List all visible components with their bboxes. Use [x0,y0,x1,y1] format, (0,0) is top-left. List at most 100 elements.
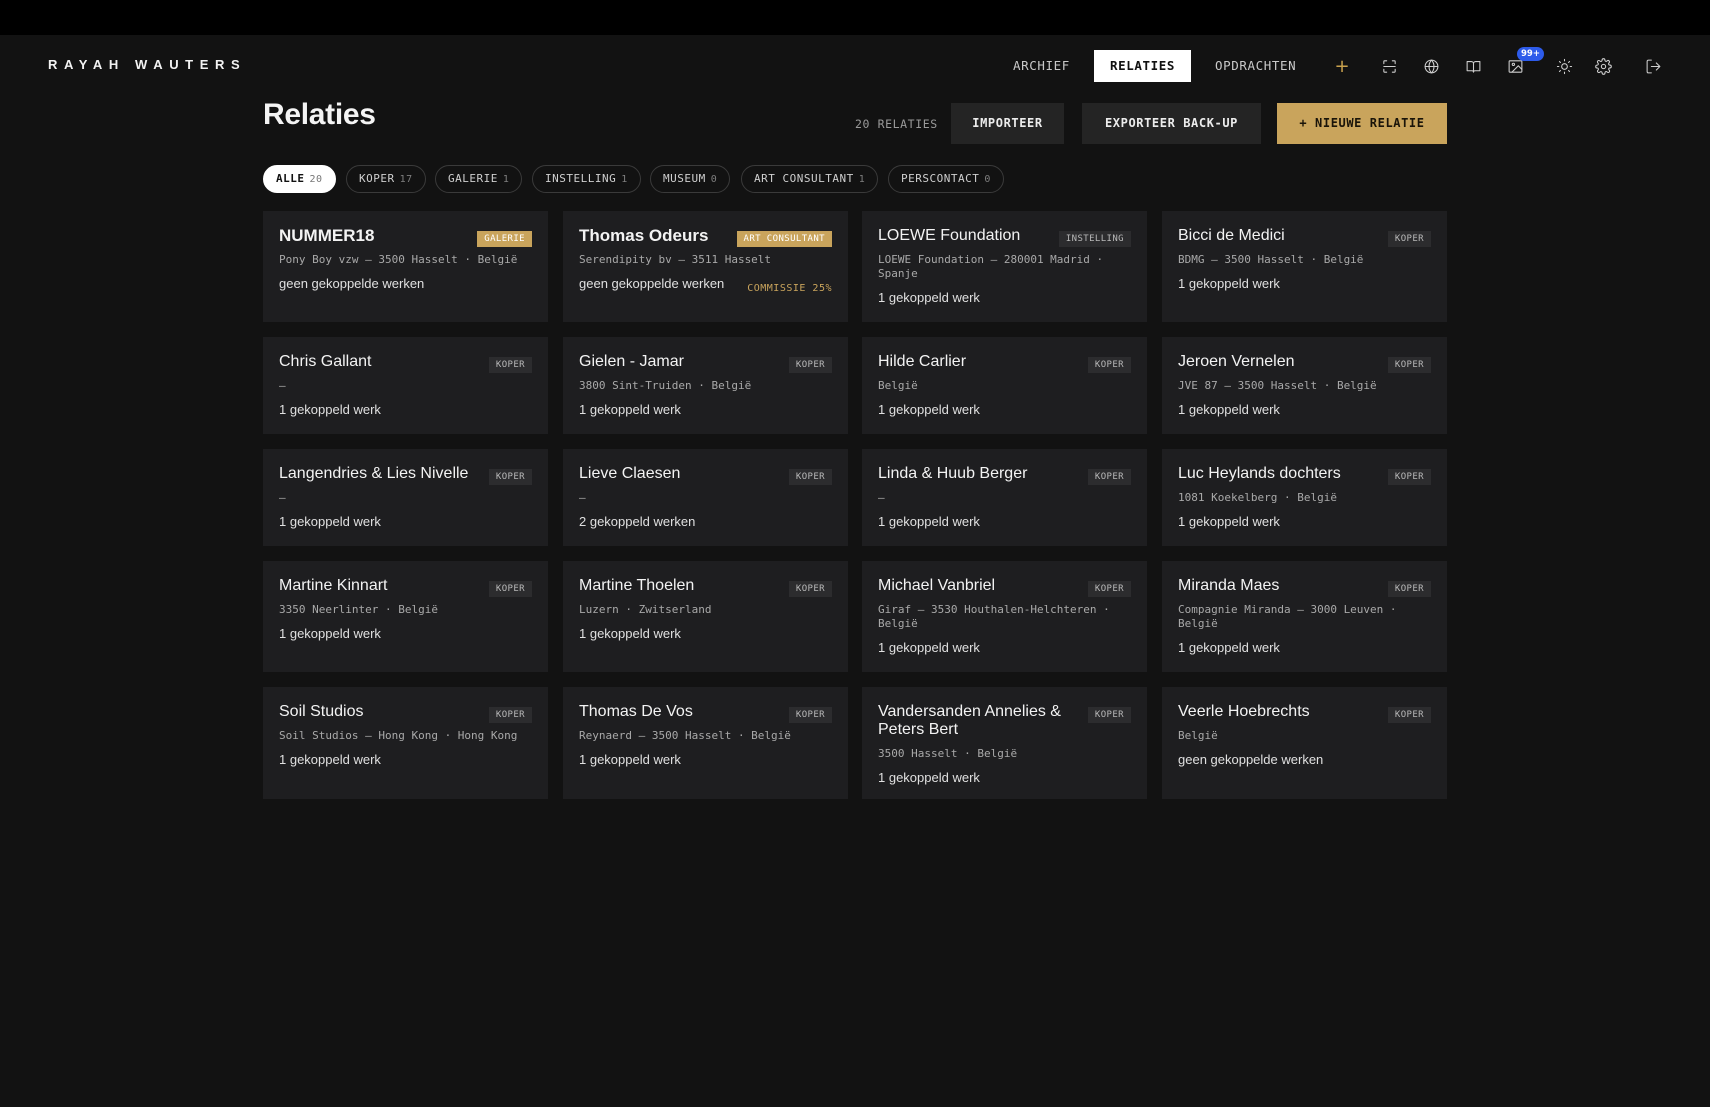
linked-works-count: 1 gekoppeld werk [878,514,980,529]
top-black-bar [0,0,1710,35]
relation-address: 3350 Neerlinter · België [279,603,438,616]
relation-card[interactable]: Jeroen Vernelen KOPER JVE 87 — 3500 Hassel… [1162,337,1447,434]
relation-card[interactable]: Soil Studios KOPER Soil Studios — Hong Kon… [263,687,548,799]
brand-logo[interactable]: RAYAH WAUTERS [48,57,246,72]
relation-address: JVE 87 — 3500 Hasselt · België [1178,379,1377,392]
relation-address: 3500 Hasselt · België [878,747,1018,760]
relation-card[interactable]: Linda & Huub Berger KOPER —1 gekoppeld wer… [862,449,1147,546]
relation-type-tag: KOPER [1387,231,1431,247]
relation-card[interactable]: Hilde Carlier KOPER België 1 gekoppeld werk [862,337,1147,434]
page-title: Relaties [263,98,376,131]
relation-type-tag: KOPER [1087,469,1131,485]
relation-card[interactable]: NUMMER18 GALERIE Pony Boy vzw — 3500 Hasse… [263,211,548,322]
relation-address: Serendipity bv — 3511 Hasselt [579,253,772,266]
linked-works-count: 1 gekoppeld werk [1178,640,1280,655]
relation-address: Pony Boy vzw — 3500 Hasselt · België [279,253,518,266]
relation-address: LOEWE Foundation — 280001 Madrid · Spanj… [878,253,1104,280]
relation-card[interactable]: Thomas De Vos KOPER Reynaerd — 3500 Hassel… [563,687,848,799]
relation-address: Reynaerd — 3500 Hasselt · België [579,729,791,742]
book-icon[interactable] [1461,54,1485,78]
relation-card[interactable]: Martine Kinnart KOPER 3350 Neerlinter · Be… [263,561,548,672]
nav-archief[interactable]: ARCHIEF [996,50,1087,82]
filter-chip-instelling[interactable]: INSTELLING 1 [532,165,641,193]
linked-works-count: 2 gekoppeld werken [579,514,696,529]
relation-address: 3800 Sint-Truiden · België [579,379,752,392]
relation-address: Luzern · Zwitserland [579,603,712,616]
linked-works-count: 1 gekoppeld werk [878,770,980,785]
relation-address: — [279,491,286,504]
relation-card[interactable]: Chris Gallant KOPER —1 gekoppeld werk [263,337,548,434]
scan-icon[interactable] [1377,54,1401,78]
relation-card[interactable]: Vandersanden Annelies & Peters Bert KOPER… [862,687,1147,799]
relation-address: — [878,491,885,504]
image-notifications-icon[interactable]: 99+ [1503,47,1544,78]
relation-type-tag: KOPER [488,707,532,723]
relation-card[interactable]: Thomas Odeurs ART CONSULTANT Serendipity b… [563,211,848,322]
relation-type-tag: KOPER [1387,357,1431,373]
relation-card[interactable]: Bicci de Medici KOPER BDMG — 3500 Hasselt … [1162,211,1447,322]
notification-badge: 99+ [1517,47,1544,61]
linked-works-count: 1 gekoppeld werk [579,752,681,767]
relation-type-tag: GALERIE [477,231,532,247]
relation-card[interactable]: Luc Heylands dochters KOPER 1081 Koekelber… [1162,449,1447,546]
filter-chip-galerie[interactable]: GALERIE 1 [435,165,523,193]
relation-type-tag: KOPER [1087,707,1131,723]
filter-chip-alle[interactable]: ALLE 20 [263,165,336,193]
linked-works-count: 1 gekoppeld werk [279,402,381,417]
relation-card[interactable]: Langendries & Lies Nivelle KOPER —1 gekopp… [263,449,548,546]
relation-card[interactable]: Lieve Claesen KOPER —2 gekoppeld werken [563,449,848,546]
relation-card[interactable]: LOEWE Foundation INSTELLING LOEWE Foundati… [862,211,1147,322]
relation-address: 1081 Koekelberg · België [1178,491,1337,504]
relation-address: Giraf — 3530 Houthalen-Helchteren · Belg… [878,603,1110,630]
relation-card[interactable]: Michael Vanbriel KOPER Giraf — 3530 Houtha… [862,561,1147,672]
gear-icon[interactable] [1591,54,1615,78]
linked-works-count: 1 gekoppeld werk [1178,514,1280,529]
filter-chip-perscontact[interactable]: PERSCONTACT 0 [888,165,1004,193]
relation-type-tag: INSTELLING [1058,231,1131,247]
linked-works-count: 1 gekoppeld werk [579,402,681,417]
relation-type-tag: KOPER [488,357,532,373]
linked-works-count: 1 gekoppeld werk [878,402,980,417]
relation-type-tag: KOPER [488,581,532,597]
relation-address: België [878,379,918,392]
nav-opdrachten[interactable]: OPDRACHTEN [1198,50,1313,82]
new-relation-button[interactable]: + NIEUWE RELATIE [1277,103,1447,144]
filter-chip-art-consultant[interactable]: ART CONSULTANT 1 [741,165,879,193]
relations-count: 20 RELATIES [855,117,938,131]
globe-icon[interactable] [1419,54,1443,78]
linked-works-count: 1 gekoppeld werk [579,626,681,641]
linked-works-count: 1 gekoppeld werk [878,290,980,305]
relation-address: Compagnie Miranda — 3000 Leuven · België [1178,603,1397,630]
filter-chip-museum[interactable]: MUSEUM 0 [650,165,731,193]
relation-type-tag: KOPER [1087,581,1131,597]
relation-address: Soil Studios — Hong Kong · Hong Kong [279,729,518,742]
relation-type-tag: KOPER [488,469,532,485]
commission-label: COMMISSIE 25% [747,283,832,294]
logout-icon[interactable] [1641,54,1665,78]
relation-type-tag: KOPER [788,581,832,597]
add-icon[interactable]: + [1330,54,1354,78]
relation-card[interactable]: Miranda Maes KOPER Compagnie Miranda — 300… [1162,561,1447,672]
import-button[interactable]: IMPORTEER [951,103,1064,144]
relation-address: — [279,379,286,392]
linked-works-count: 1 gekoppeld werk [1178,402,1280,417]
linked-works-count: geen gekoppelde werken [1178,752,1324,767]
relation-address: BDMG — 3500 Hasselt · België [1178,253,1364,266]
relation-type-tag: KOPER [1087,357,1131,373]
relation-type-tag: KOPER [1387,707,1431,723]
linked-works-count: 1 gekoppeld werk [279,514,381,529]
relation-type-tag: ART CONSULTANT [736,231,832,247]
relation-card[interactable]: Gielen - Jamar KOPER 3800 Sint-Truiden · B… [563,337,848,434]
linked-works-count: 1 gekoppeld werk [279,752,381,767]
relation-address: — [579,491,586,504]
relation-type-tag: KOPER [1387,469,1431,485]
relation-card[interactable]: Martine Thoelen KOPER Luzern · Zwitserland… [563,561,848,672]
linked-works-count: geen gekoppelde werken [279,276,425,291]
export-backup-button[interactable]: EXPORTEER BACK-UP [1082,103,1261,144]
filter-chip-koper[interactable]: KOPER 17 [346,165,426,193]
relation-type-tag: KOPER [1387,581,1431,597]
sun-icon[interactable] [1552,54,1576,78]
relation-type-tag: KOPER [788,357,832,373]
relation-card[interactable]: Veerle Hoebrechts KOPER België geen gekoppe… [1162,687,1447,799]
nav-relaties[interactable]: RELATIES [1094,50,1191,82]
